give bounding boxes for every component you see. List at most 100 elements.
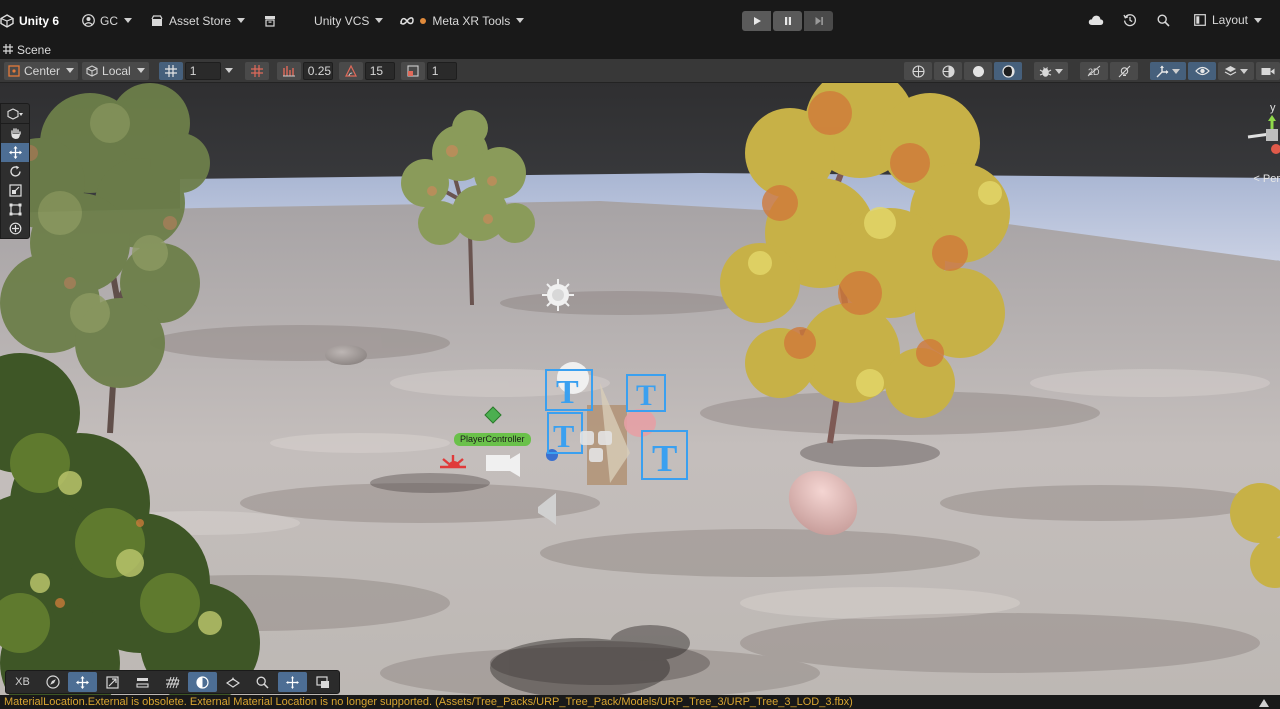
2d-toggle-button[interactable]: 2D <box>1080 62 1108 80</box>
shading-button[interactable] <box>188 672 217 692</box>
grid-snap-button[interactable] <box>244 61 269 80</box>
increment-snap-button[interactable] <box>276 61 301 80</box>
asset-store-label: Asset Store <box>169 13 232 28</box>
camera-settings-dropdown[interactable] <box>1256 62 1280 80</box>
status-spinner-icon <box>1258 697 1270 709</box>
scene-toolbar: Center Local 1 0.25 15 1 2D <box>0 59 1280 83</box>
draw-mode-unlit-button[interactable] <box>964 62 992 80</box>
gizmos-dropdown[interactable] <box>1150 62 1186 80</box>
tab-scene[interactable]: Scene <box>17 43 51 57</box>
svg-text:T: T <box>652 438 677 480</box>
chevron-down-icon <box>1055 68 1063 74</box>
scene-viewport[interactable]: T T T T PlayerController y < Per XB <box>0 83 1280 695</box>
top-menu-bar: Unity 6 GC Asset Store Unity VCS Meta XR… <box>0 0 1280 41</box>
shaded-wire-sphere-icon <box>941 64 955 78</box>
increment-snap-group: 0.25 <box>244 61 333 80</box>
shaded-sphere-icon <box>1001 64 1015 78</box>
play-button[interactable] <box>742 11 771 31</box>
step-icon <box>815 17 823 25</box>
account-icon <box>81 14 95 28</box>
draw-mode-shaded-wireframe-button[interactable] <box>934 62 962 80</box>
svg-text:T: T <box>636 379 656 412</box>
version-control-dropdown[interactable]: Unity VCS <box>308 9 389 33</box>
compass-icon <box>45 675 60 689</box>
layout-icon <box>1193 13 1207 27</box>
hand-tool-button[interactable] <box>1 124 29 143</box>
scale-box-icon <box>106 675 119 689</box>
asset-store-icon <box>150 14 164 28</box>
pause-button[interactable] <box>773 11 802 31</box>
zoom-button[interactable] <box>248 672 277 692</box>
console-status-message[interactable]: MaterialLocation.External is obsolete. E… <box>0 695 1280 709</box>
rect-tool-button[interactable] <box>1 200 29 219</box>
rotate-tool-button[interactable] <box>1 162 29 181</box>
transform-tool-button[interactable] <box>1 219 29 238</box>
layers-dropdown[interactable] <box>1218 62 1254 80</box>
package-manager-button[interactable] <box>257 9 288 33</box>
grid-size-field[interactable]: 1 <box>184 61 221 80</box>
move-icon <box>76 675 89 689</box>
xb-button[interactable]: XB <box>8 672 37 692</box>
search-button[interactable] <box>1149 8 1179 32</box>
pan-arrows-icon <box>286 675 299 689</box>
unity-menu[interactable]: Unity 6 <box>0 9 65 33</box>
screenshot-icon <box>315 675 329 688</box>
svg-text:T: T <box>553 418 574 454</box>
pivot-mode-dropdown[interactable]: Center <box>4 61 79 80</box>
scene-visibility-button[interactable] <box>1188 62 1216 80</box>
gizmos-icon <box>1156 65 1169 77</box>
rock <box>325 345 367 365</box>
pivot-mode-label: Center <box>24 63 61 78</box>
player-controller-label[interactable]: PlayerController <box>454 433 531 446</box>
account-dropdown[interactable]: GC <box>75 9 138 33</box>
rect-transform-icon <box>9 203 21 216</box>
lighting-toggle-button[interactable] <box>1110 62 1138 80</box>
scene-render: T T T T <box>0 83 1280 695</box>
transform-icon <box>9 222 21 235</box>
scale-snap-field[interactable]: 1 <box>426 61 457 80</box>
scene-view-options: 2D <box>904 59 1280 83</box>
scale-tool-button[interactable] <box>1 181 29 200</box>
chevron-down-icon[interactable] <box>224 68 233 73</box>
2d-icon: 2D <box>1087 65 1101 77</box>
asset-store-dropdown[interactable]: Asset Store <box>144 9 251 33</box>
camera-icon <box>1261 67 1275 75</box>
move-gizmo-button[interactable] <box>68 672 97 692</box>
scale-snap-button[interactable] <box>400 61 425 80</box>
compass-button[interactable] <box>38 672 67 692</box>
navigation-button[interactable] <box>218 672 247 692</box>
play-icon <box>753 17 761 25</box>
step-button[interactable] <box>804 11 833 31</box>
scale-box-button[interactable] <box>98 672 127 692</box>
move-icon <box>8 146 22 159</box>
pivot-rotation-dropdown[interactable]: Local <box>82 61 149 80</box>
rotation-snap-field[interactable]: 15 <box>364 61 395 80</box>
chevron-down-icon <box>516 18 525 23</box>
align-button[interactable] <box>128 672 157 692</box>
align-icon <box>136 677 149 688</box>
terrain-grid-icon <box>165 676 179 688</box>
screenshot-button[interactable] <box>308 672 337 692</box>
increment-snap-field[interactable]: 0.25 <box>302 61 333 80</box>
meta-xr-tools-dropdown[interactable]: Meta XR Tools <box>393 9 530 33</box>
eye-icon <box>1194 66 1210 76</box>
draw-mode-wireframe-button[interactable] <box>904 62 932 80</box>
draw-mode-shaded-button[interactable] <box>994 62 1022 80</box>
scene-grid-icon <box>3 43 13 57</box>
grid-toggle-button[interactable] <box>158 61 183 80</box>
svg-text:2D: 2D <box>1088 67 1100 77</box>
scale-snap-group: 1 <box>400 61 457 80</box>
rotation-snap-button[interactable] <box>338 61 363 80</box>
hand-icon <box>10 128 21 139</box>
terrain-button[interactable] <box>158 672 187 692</box>
move-tool-button[interactable] <box>1 143 29 162</box>
projection-toggle[interactable]: < Per <box>1253 173 1280 185</box>
pause-icon <box>784 17 791 25</box>
debug-draw-dropdown[interactable] <box>1034 62 1068 80</box>
pan-button[interactable] <box>278 672 307 692</box>
tool-palette-header[interactable] <box>1 104 29 124</box>
undo-history-button[interactable] <box>1115 8 1145 32</box>
cloud-button[interactable] <box>1081 8 1111 32</box>
layout-dropdown[interactable]: Layout <box>1187 8 1268 32</box>
meta-logo-icon <box>399 14 415 28</box>
